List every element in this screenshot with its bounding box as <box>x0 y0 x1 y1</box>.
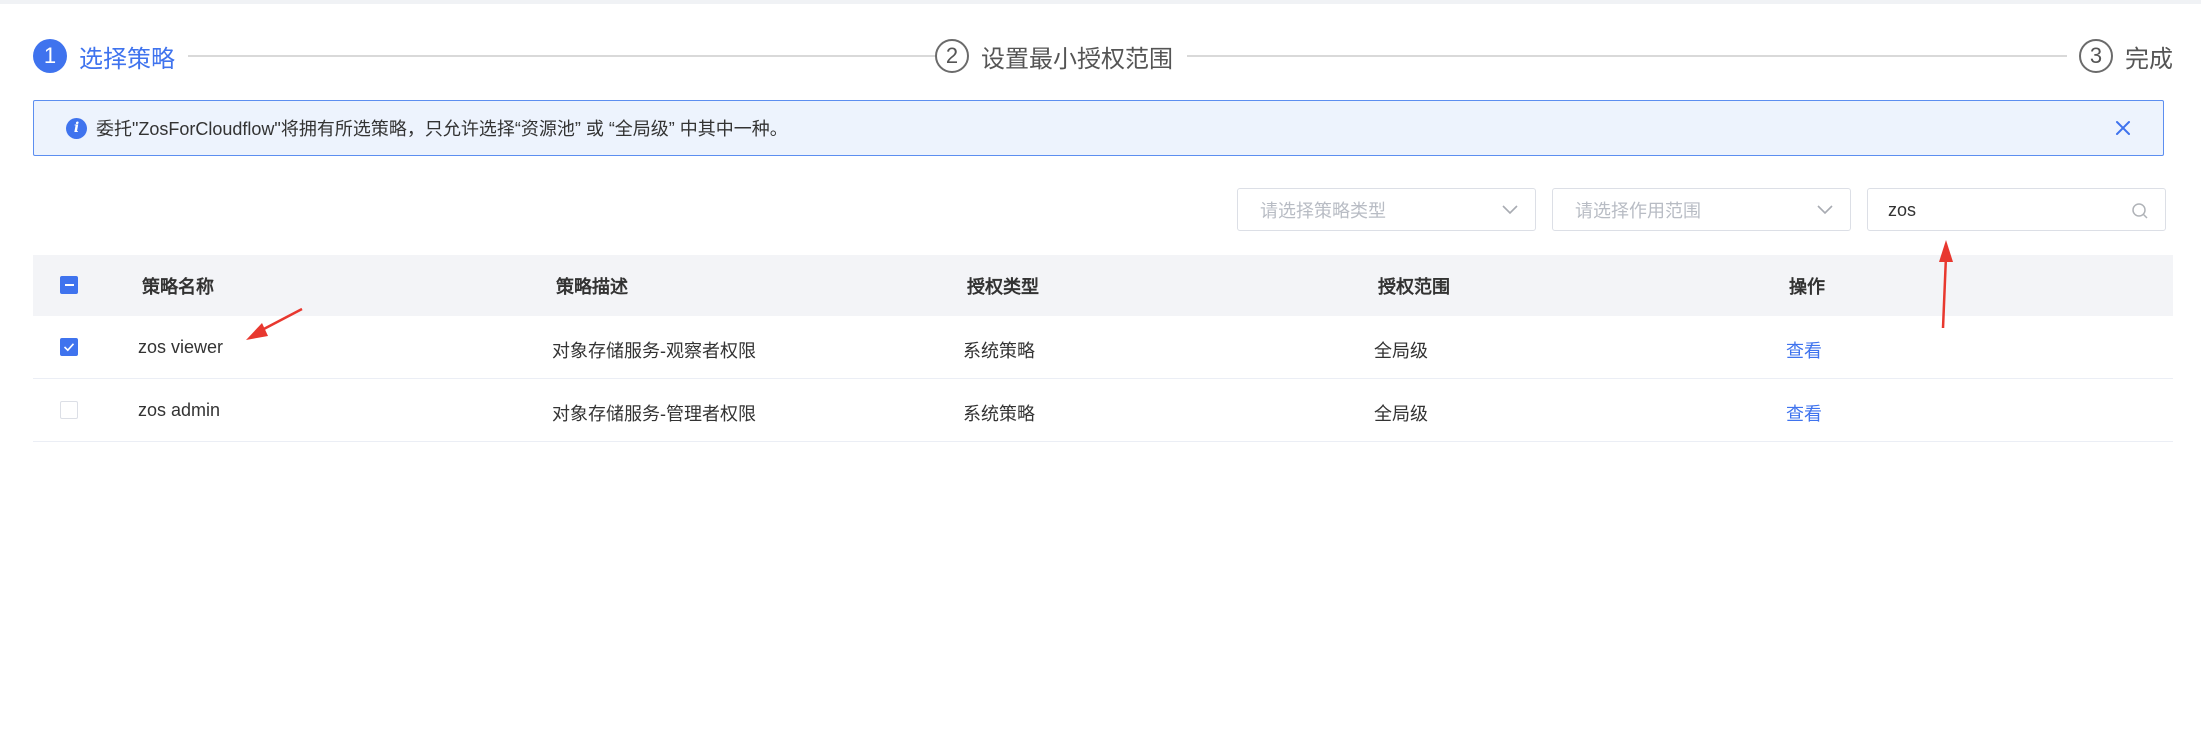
close-icon[interactable] <box>2113 118 2133 138</box>
policy-description: 对象存储服务-观察者权限 <box>552 341 756 361</box>
search-box <box>1867 188 2166 231</box>
step-3-number: 3 <box>2079 39 2113 73</box>
select-all-checkbox[interactable] <box>60 276 78 294</box>
table-row: zos viewer 对象存储服务-观察者权限 系统策略 全局级 查看 <box>33 316 2173 379</box>
column-header-type: 授权类型 <box>967 276 1039 297</box>
column-header-name: 策略名称 <box>142 276 214 297</box>
scope-placeholder: 请选择作用范围 <box>1575 200 1701 221</box>
row-checkbox[interactable] <box>60 401 78 419</box>
info-alert: i 委托"ZosForCloudflow"将拥有所选策略，只允许选择“资源池” … <box>33 100 2164 156</box>
step-2-number: 2 <box>935 39 969 73</box>
column-header-scope: 授权范围 <box>1378 276 1450 297</box>
step-2: 2 设置最小授权范围 <box>935 38 1173 74</box>
column-header-description: 策略描述 <box>556 276 628 297</box>
policy-name: zos viewer <box>138 337 224 357</box>
search-icon[interactable] <box>2131 202 2149 220</box>
policy-type: 系统策略 <box>963 404 1035 424</box>
scope-select[interactable]: 请选择作用范围 <box>1552 188 1851 231</box>
policy-name: zos admin <box>138 400 221 420</box>
step-3: 3 完成 <box>2079 38 2173 74</box>
policy-table: 策略名称 策略描述 授权类型 授权范围 操作 zos viewer 对象存储服务… <box>33 255 2173 442</box>
step-2-title: 设置最小授权范围 <box>981 45 1173 73</box>
chevron-down-icon <box>1817 205 1833 215</box>
policy-type: 系统策略 <box>963 341 1035 361</box>
view-link[interactable]: 查看 <box>1786 337 1822 363</box>
step-1: 1 选择策略 <box>33 38 175 74</box>
policy-scope: 全局级 <box>1374 341 1428 361</box>
steps-bar: 1 选择策略 2 设置最小授权范围 3 完成 <box>33 38 2173 74</box>
page: 1 选择策略 2 设置最小授权范围 3 完成 i 委托"ZosForCloudf… <box>0 4 2201 729</box>
step-1-number: 1 <box>33 39 67 73</box>
step-3-title: 完成 <box>2125 45 2173 73</box>
table-row: zos admin 对象存储服务-管理者权限 系统策略 全局级 查看 <box>33 379 2173 442</box>
table-header: 策略名称 策略描述 授权类型 授权范围 操作 <box>33 255 2173 316</box>
view-link[interactable]: 查看 <box>1786 400 1822 426</box>
column-header-action: 操作 <box>1789 276 1825 297</box>
policy-type-placeholder: 请选择策略类型 <box>1260 200 1386 221</box>
indeterminate-icon <box>64 284 74 286</box>
alert-message: 委托"ZosForCloudflow"将拥有所选策略，只允许选择“资源池” 或 … <box>96 119 788 139</box>
step-1-title: 选择策略 <box>79 45 175 73</box>
chevron-down-icon <box>1502 205 1518 215</box>
policy-type-select[interactable]: 请选择策略类型 <box>1237 188 1536 231</box>
step-connector <box>188 55 953 57</box>
info-icon: i <box>66 117 87 139</box>
row-checkbox[interactable] <box>60 338 78 356</box>
step-connector <box>1187 55 2067 57</box>
policy-description: 对象存储服务-管理者权限 <box>552 404 756 424</box>
search-input[interactable] <box>1888 197 2118 223</box>
check-icon <box>63 343 75 352</box>
policy-scope: 全局级 <box>1374 404 1428 424</box>
